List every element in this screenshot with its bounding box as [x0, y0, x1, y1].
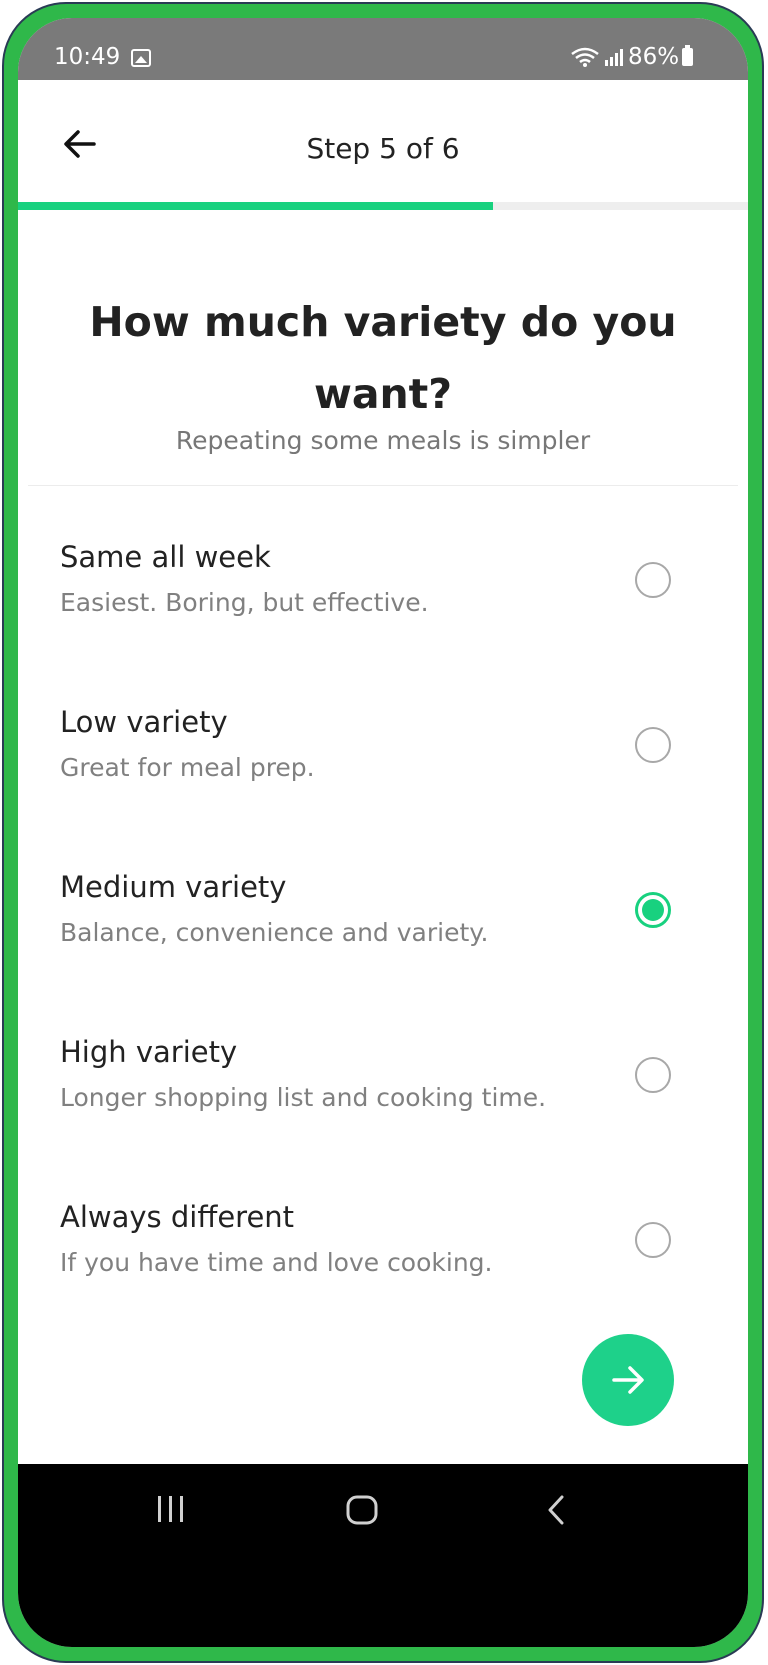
home-icon[interactable] [345, 1494, 379, 1526]
signal-icon [605, 49, 623, 66]
status-bar: 10:49 86% [18, 18, 748, 80]
option-same-all-week[interactable]: Same all week Easiest. Boring, but effec… [18, 528, 748, 678]
question-title: How much variety do you want? [89, 298, 677, 418]
battery-percentage: 86% [628, 44, 680, 70]
wifi-icon [571, 47, 599, 67]
progress-fill [18, 202, 493, 210]
recent-apps-icon[interactable] [154, 1494, 188, 1524]
status-time: 10:49 [54, 44, 121, 70]
option-high-variety[interactable]: High variety Longer shopping list and co… [18, 1023, 748, 1173]
option-low-variety[interactable]: Low variety Great for meal prep. [18, 693, 748, 843]
option-radio[interactable] [635, 1057, 671, 1093]
option-description: Great for meal prep. [60, 753, 315, 782]
option-radio[interactable] [635, 1222, 671, 1258]
question-subtitle: Repeating some meals is simpler [175, 426, 591, 455]
option-always-different[interactable]: Always different If you have time and lo… [18, 1188, 748, 1338]
option-medium-variety[interactable]: Medium variety Balance, convenience and … [18, 858, 748, 1008]
arrow-right-icon [612, 1366, 644, 1394]
option-description: If you have time and love cooking. [60, 1248, 493, 1277]
back-nav-icon[interactable] [544, 1494, 568, 1526]
system-nav-bar [18, 1464, 748, 1647]
option-radio[interactable] [635, 892, 671, 928]
device-frame: 10:49 86% Step 5 of 6 How much variety d… [2, 2, 764, 1663]
header: Step 5 of 6 [18, 80, 748, 200]
option-label: Low variety [60, 705, 228, 739]
divider [28, 485, 738, 486]
option-description: Balance, convenience and variety. [60, 918, 489, 947]
battery-icon [682, 45, 693, 66]
option-label: High variety [60, 1035, 238, 1069]
step-title: Step 5 of 6 [306, 132, 460, 165]
progress-bar [18, 202, 748, 210]
option-label: Always different [60, 1200, 295, 1234]
option-radio[interactable] [635, 562, 671, 598]
app-screen: 10:49 86% Step 5 of 6 How much variety d… [18, 18, 748, 1647]
option-radio[interactable] [635, 727, 671, 763]
option-label: Medium variety [60, 870, 287, 904]
option-description: Easiest. Boring, but effective. [60, 588, 429, 617]
image-notification-icon [131, 49, 151, 67]
option-label: Same all week [60, 540, 271, 574]
next-button[interactable] [582, 1334, 674, 1426]
option-description: Longer shopping list and cooking time. [60, 1083, 547, 1112]
